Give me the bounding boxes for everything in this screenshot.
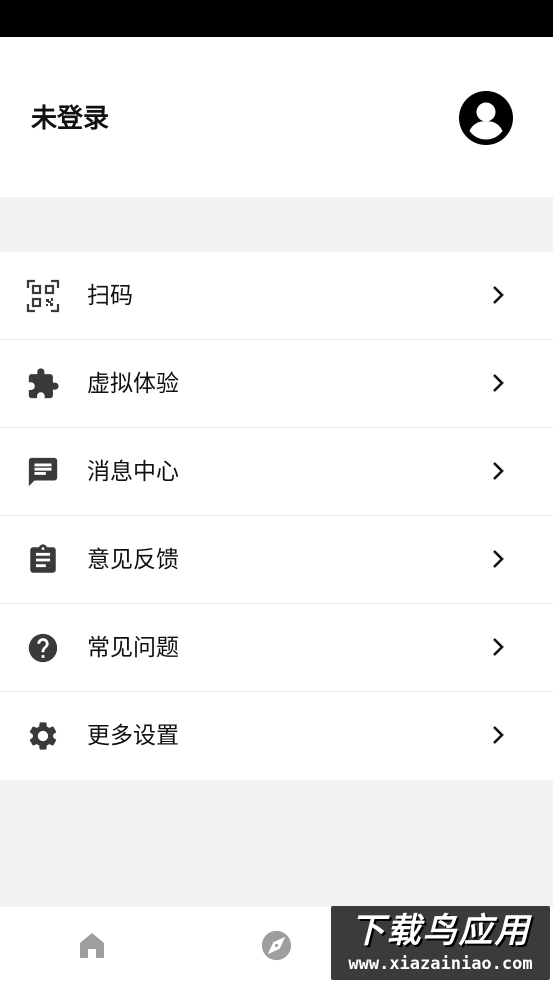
menu-item-label: 消息中心	[87, 459, 179, 485]
watermark-title: 下载鸟应用	[350, 911, 531, 951]
watermark-logo: 下载鸟应用 www.xiazainiao.com	[331, 906, 550, 980]
menu-item-label: 扫码	[87, 283, 133, 309]
message-icon	[28, 457, 58, 487]
puzzle-icon	[28, 368, 59, 399]
profile-header: 未登录	[0, 37, 553, 197]
account-circle-icon[interactable]	[459, 91, 513, 145]
menu-item-faq[interactable]: 常见问题	[0, 604, 553, 692]
watermark-url: www.xiazainiao.com	[348, 954, 533, 974]
menu-item-scan[interactable]: 扫码	[0, 252, 553, 340]
chevron-right-icon	[493, 726, 504, 744]
clipboard-icon	[30, 544, 56, 573]
menu-item-message-center[interactable]: 消息中心	[0, 428, 553, 516]
gear-icon	[29, 722, 57, 750]
menu-item-more-settings[interactable]: 更多设置	[0, 692, 553, 780]
chevron-right-icon	[493, 286, 504, 304]
menu-item-label: 虚拟体验	[87, 371, 179, 397]
login-status-title[interactable]: 未登录	[31, 101, 109, 137]
chevron-right-icon	[493, 374, 504, 392]
status-bar	[0, 0, 553, 37]
chevron-right-icon	[493, 638, 504, 656]
menu-item-label: 常见问题	[87, 635, 179, 661]
help-circle-icon	[28, 633, 58, 663]
menu-item-feedback[interactable]: 意见反馈	[0, 516, 553, 604]
chevron-right-icon	[493, 550, 504, 568]
compass-icon[interactable]	[259, 928, 294, 963]
home-icon[interactable]	[76, 929, 108, 961]
menu-item-label: 更多设置	[87, 723, 179, 749]
qr-scan-icon	[26, 279, 60, 313]
chevron-right-icon	[493, 462, 504, 480]
menu-item-label: 意见反馈	[87, 547, 179, 573]
settings-menu: 扫码 虚拟体验 消息中心 意见反馈 常见问题 更多设置	[0, 252, 553, 780]
menu-item-virtual-experience[interactable]: 虚拟体验	[0, 340, 553, 428]
